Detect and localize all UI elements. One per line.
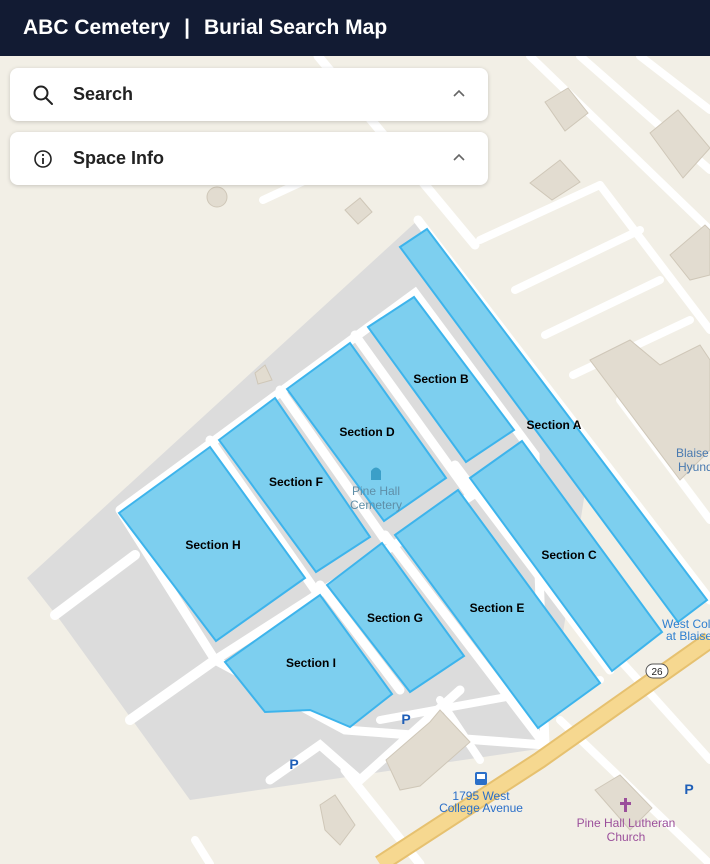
cemetery-name-line1: Pine Hall [352, 484, 400, 498]
chevron-up-icon[interactable] [452, 152, 466, 162]
search-icon [33, 85, 53, 105]
blaise-label-line2: Hyund [678, 460, 710, 474]
section-e-label: Section E [470, 601, 525, 615]
section-g-label: Section G [367, 611, 423, 625]
route-shield: 26 [645, 663, 669, 679]
section-c-label: Section C [541, 548, 597, 562]
westcol-label-line2: at Blaise [666, 629, 710, 643]
app-header: ABC Cemetery | Burial Search Map [0, 0, 710, 56]
info-icon [34, 150, 52, 168]
search-panel-label: Search [73, 84, 134, 104]
parking-marker: P [684, 781, 693, 797]
search-panel[interactable]: Search [10, 68, 488, 121]
cemetery-name-line2: Cemetery [350, 498, 402, 512]
section-f-label: Section F [269, 475, 323, 489]
section-a-label: Section A [527, 418, 582, 432]
address-line2: College Avenue [439, 801, 523, 815]
space-info-panel-label: Space Info [73, 148, 165, 168]
brand-name: ABC Cemetery [23, 16, 171, 39]
church-label-line2: Church [607, 830, 646, 844]
section-d-label: Section D [339, 425, 395, 439]
header-separator: | [184, 16, 190, 39]
church-label-line1: Pine Hall Lutheran [577, 816, 676, 830]
section-h-label: Section H [185, 538, 240, 552]
section-b-label: Section B [413, 372, 469, 386]
blaise-label-line1: Blaise [676, 446, 709, 460]
tombstone-icon [371, 467, 381, 480]
bus-stop-icon [475, 772, 487, 785]
route-number: 26 [651, 667, 663, 678]
chevron-up-icon[interactable] [452, 88, 466, 98]
page-title: Burial Search Map [203, 16, 388, 39]
parking-marker: P [289, 756, 298, 772]
parking-marker: P [401, 711, 410, 727]
section-i-label: Section I [286, 656, 336, 670]
space-info-panel[interactable]: Space Info [10, 132, 488, 185]
